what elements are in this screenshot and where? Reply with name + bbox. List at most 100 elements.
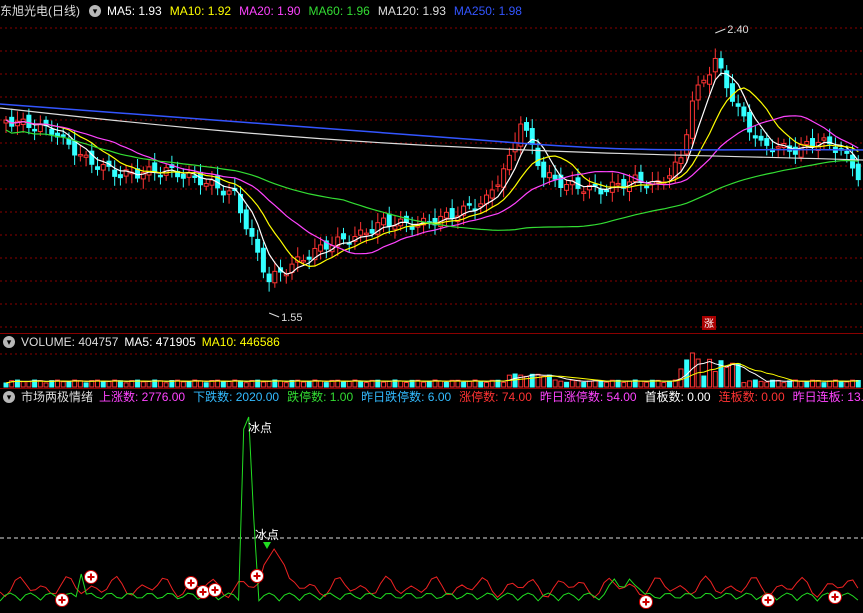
volume-bar <box>598 380 604 388</box>
sentiment-stat-2: 跌停数: 1.00 <box>287 390 354 404</box>
volume-bar <box>203 382 209 388</box>
candle-body <box>266 273 272 283</box>
rise-count-line <box>0 548 859 599</box>
candle-body <box>226 190 232 195</box>
candlestick-chart[interactable]: 2.40 1.55 涨 <box>0 0 863 333</box>
fall-count-line <box>0 416 859 602</box>
low-price-label: 1.55 <box>281 312 302 324</box>
volume-bar <box>724 366 730 388</box>
volume-bar <box>398 380 404 388</box>
volume-bar <box>146 381 152 388</box>
volume-bar <box>798 380 804 388</box>
candle-body <box>152 162 158 173</box>
ma120-line <box>0 107 863 161</box>
volume-bar <box>621 381 627 388</box>
candle-body <box>747 111 753 133</box>
candle-body <box>203 182 209 187</box>
volume-bar <box>140 381 146 388</box>
candle-body <box>792 146 798 155</box>
candle-body <box>689 100 695 139</box>
candle-body <box>449 208 455 219</box>
volume-bar <box>358 380 364 388</box>
volume-bar <box>524 375 530 388</box>
candle-body <box>552 174 558 180</box>
candle-body <box>386 213 392 227</box>
volume-bar <box>735 363 741 388</box>
candle-body <box>707 74 713 85</box>
candle-body <box>466 203 472 206</box>
volume-bar <box>535 373 541 388</box>
chevron-down-icon[interactable]: ▾ <box>3 391 15 403</box>
candle-body <box>243 209 249 230</box>
volume-bar <box>3 382 9 388</box>
candle-body <box>72 140 78 156</box>
volume-bar <box>238 380 244 388</box>
volume-bar <box>283 382 289 388</box>
candle-body <box>26 114 32 128</box>
volume-bar <box>581 381 587 388</box>
candle-body <box>112 169 118 177</box>
volume-bar <box>443 381 449 388</box>
candle-body <box>117 174 123 179</box>
candle-body <box>564 184 570 191</box>
candle-body <box>495 184 501 187</box>
volume-panel[interactable]: ▾ VOLUME: 404757 MA5: 471905 MA10: 44658… <box>0 334 863 388</box>
sentiment-chart[interactable]: 冰点冰点 <box>0 389 863 613</box>
candle-body <box>220 190 226 196</box>
volume-bar <box>346 380 352 388</box>
sentiment-stat-list: 上涨数: 2776.00 下跌数: 2020.00 跌停数: 1.00 昨日跌停数: … <box>99 389 863 406</box>
chevron-down-icon[interactable]: ▾ <box>89 5 102 17</box>
volume-bar <box>117 380 123 388</box>
volume-bar <box>804 381 810 388</box>
ma-indicator-1: MA10: 1.92 <box>169 4 232 18</box>
candle-body <box>764 138 770 146</box>
candle-body <box>300 259 306 263</box>
candle-body <box>83 154 89 158</box>
volume-bar <box>243 382 249 388</box>
candle-body <box>810 138 816 148</box>
candle-body <box>192 175 198 178</box>
volume-bar <box>426 380 432 388</box>
ma-indicator-2: MA20: 1.90 <box>239 4 301 18</box>
volume-bar <box>604 381 610 388</box>
volume-bar <box>712 370 718 388</box>
sentiment-panel[interactable]: 冰点 冰点 ▾ 市场两极情绪 上涨数: 2776.00 下跌数: 2020.00 跌停… <box>0 389 863 613</box>
volume-bar <box>180 381 186 388</box>
ma-indicator-5: MA250: 1.98 <box>453 4 522 18</box>
volume-bar <box>586 380 592 388</box>
volume-bar <box>729 362 735 388</box>
low-pointer <box>268 312 280 318</box>
volume-bar <box>340 381 346 388</box>
volume-bar <box>77 380 83 388</box>
candle-body <box>592 183 598 187</box>
volume-bar <box>300 381 306 388</box>
sentiment-stat-0: 上涨数: 2776.00 <box>99 390 186 404</box>
volume-bar <box>529 373 535 388</box>
volume-bar <box>197 380 203 388</box>
candle-body <box>249 228 255 237</box>
candle-body <box>512 141 518 153</box>
high-price-label: 2.40 <box>727 24 748 36</box>
volume-bar <box>752 379 758 388</box>
candle-body <box>541 161 547 178</box>
price-panel[interactable]: 2.40 1.55 涨 东旭光电 (日线) ▾ MA5: 1.93 MA10: 1.9… <box>0 0 863 333</box>
stock-name[interactable]: 东旭光电 <box>0 2 48 20</box>
volume-bar <box>747 380 753 388</box>
candle-body <box>752 135 758 139</box>
period-label[interactable]: (日线) <box>48 2 80 20</box>
volume-bar <box>758 380 764 388</box>
candle-body <box>157 174 163 178</box>
volume-bar <box>461 381 467 388</box>
freeze-point-label: 冰点 <box>255 528 279 542</box>
chevron-down-icon[interactable]: ▾ <box>3 336 15 348</box>
candle-body <box>821 137 827 141</box>
volume-bar <box>60 381 66 388</box>
candle-body <box>501 168 507 188</box>
candle-body <box>318 244 324 252</box>
freeze-point-label: 冰点 <box>248 421 272 435</box>
candle-body <box>529 128 535 145</box>
candle-body <box>718 58 724 69</box>
candle-body <box>678 157 684 164</box>
volume-bar <box>163 382 169 388</box>
candle-body <box>95 166 101 170</box>
